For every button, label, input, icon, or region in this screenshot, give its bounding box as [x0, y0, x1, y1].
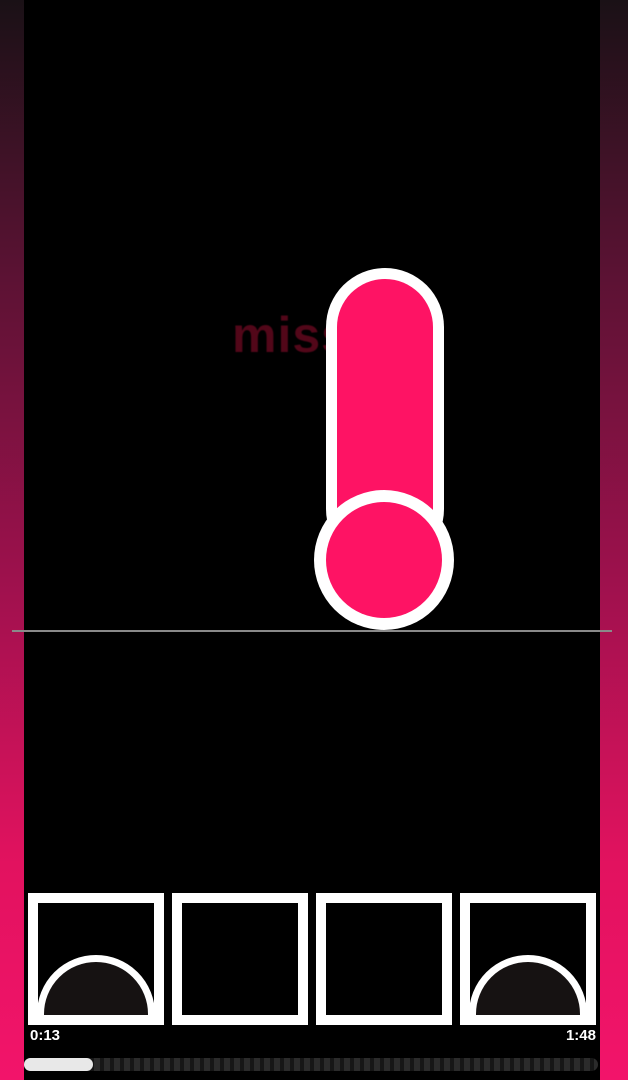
song-progress-bar[interactable]	[24, 1058, 598, 1071]
hold-note	[314, 268, 454, 630]
lane-pad-3-surface	[326, 903, 442, 1015]
lane-pad-1[interactable]	[28, 893, 164, 1025]
lane-pad-2-surface	[182, 903, 298, 1015]
total-time: 1:48	[565, 1027, 596, 1044]
lane-pad-3[interactable]	[316, 893, 452, 1025]
song-progress-fill	[24, 1058, 93, 1071]
lane-pad-1-surface	[38, 903, 154, 1015]
lane-pad-4-glow	[470, 955, 586, 1015]
lane-pads	[28, 893, 598, 1025]
lane-pad-4-surface	[470, 903, 586, 1015]
lane-pad-2[interactable]	[172, 893, 308, 1025]
lane-pad-4[interactable]	[460, 893, 596, 1025]
lane-pad-1-glow	[38, 955, 154, 1015]
hold-note-head-fill	[326, 502, 442, 618]
elapsed-time: 0:13	[30, 1027, 61, 1044]
